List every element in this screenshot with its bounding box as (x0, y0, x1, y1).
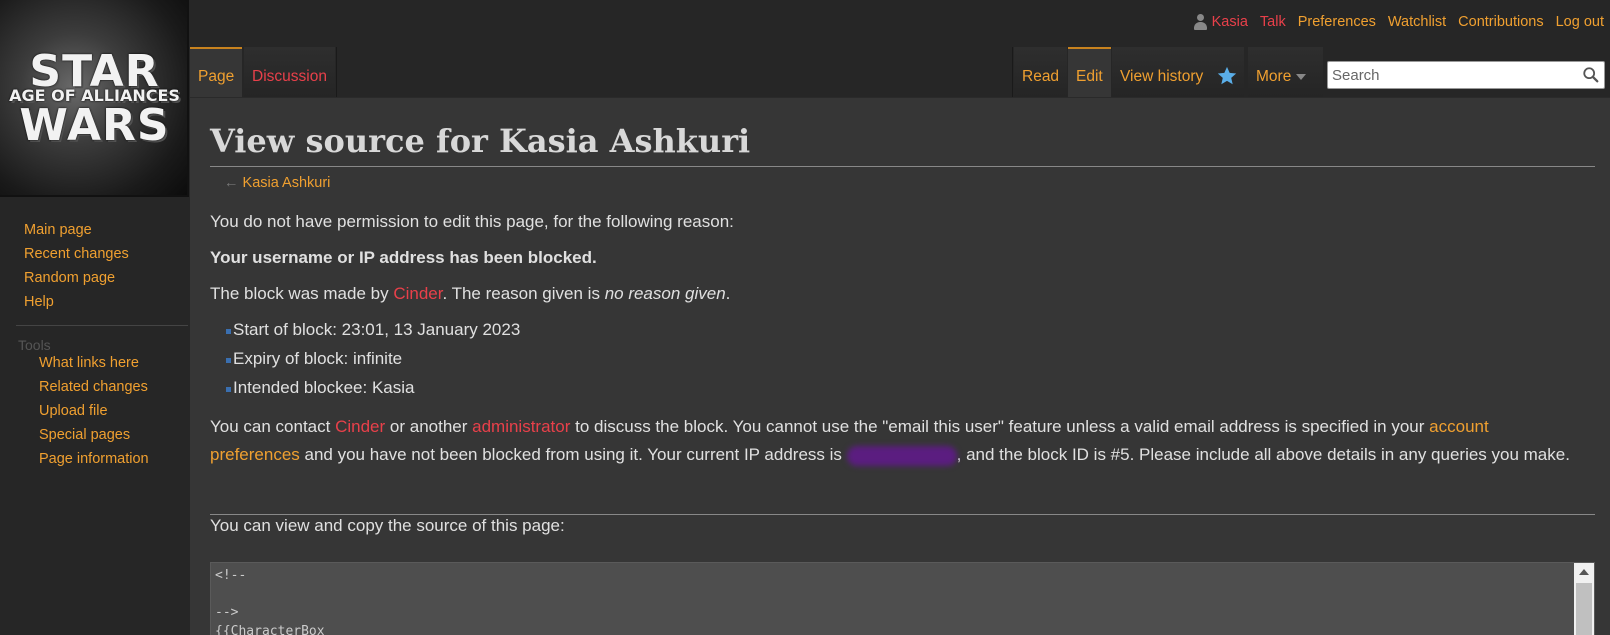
sidebar-divider (16, 325, 188, 326)
reason-text: . The reason given is (442, 284, 605, 303)
reason-value: no reason given (604, 284, 726, 303)
backlink-page-link[interactable]: Kasia Ashkuri (243, 175, 331, 191)
source-text: <!-- --> {{CharacterBox (215, 568, 325, 635)
search-input[interactable] (1328, 62, 1568, 88)
contact-text: , and the block ID is #5. Please include… (956, 445, 1570, 464)
personal-tools: Kasia Talk Preferences Watchlist Contrib… (1193, 12, 1604, 32)
user-icon (1193, 14, 1207, 30)
redacted-ip (846, 445, 957, 466)
tab-edit[interactable]: Edit (1068, 47, 1111, 97)
scrollbar-thumb[interactable] (1576, 583, 1592, 635)
sidebar-item-related-changes[interactable]: Related changes (39, 379, 148, 395)
content-area: View source for Kasia Ashkuri ← Kasia As… (190, 97, 1610, 635)
chevron-down-icon (1296, 73, 1307, 80)
bullet-icon (226, 387, 231, 392)
bullet-icon (226, 358, 231, 363)
blocked-message: Your username or IP address has been blo… (210, 248, 597, 267)
scrollbar[interactable] (1574, 563, 1594, 635)
back-arrow-icon: ← (224, 175, 239, 191)
preferences-link[interactable]: Preferences (1298, 14, 1376, 30)
contact-text: or another (385, 417, 473, 436)
tab-read[interactable]: Read (1014, 47, 1068, 97)
source-intro: You can view and copy the source of this… (210, 516, 565, 535)
contact-text: You can contact (210, 417, 336, 436)
contact-blocker-link[interactable]: Cinder (335, 417, 385, 436)
sidebar-item-page-information[interactable]: Page information (39, 451, 149, 467)
backlink: ← Kasia Ashkuri (224, 175, 330, 191)
bullet-icon (226, 329, 231, 334)
watchlist-link[interactable]: Watchlist (1388, 14, 1446, 30)
talk-link[interactable]: Talk (1260, 14, 1286, 30)
sidebar-item-special-pages[interactable]: Special pages (39, 427, 130, 443)
list-item: Expiry of block: infinite (233, 349, 403, 368)
contact-text: to discuss the block. You cannot use the… (570, 417, 1430, 436)
sidebar-item-main-page[interactable]: Main page (24, 222, 92, 238)
search-box (1327, 61, 1605, 89)
page-title: View source for Kasia Ashkuri (210, 122, 751, 160)
contact-paragraph: You can contact Cinder or another admini… (210, 413, 1580, 469)
sidebar-item-random-page[interactable]: Random page (24, 270, 115, 286)
reason-end: . (725, 284, 731, 303)
sidebar-item-help[interactable]: Help (24, 294, 54, 310)
list-item: Start of block: 23:01, 13 January 2023 (233, 320, 521, 339)
search-icon[interactable] (1582, 66, 1600, 84)
source-textarea[interactable]: <!-- --> {{CharacterBox (210, 562, 1595, 635)
sidebar-item-recent-changes[interactable]: Recent changes (24, 246, 129, 262)
tab-page[interactable]: Page (190, 47, 243, 97)
permission-message: You do not have permission to edit this … (210, 212, 734, 231)
logout-link[interactable]: Log out (1556, 14, 1604, 30)
more-menu[interactable]: More (1248, 47, 1323, 97)
block-by-text: The block was made by (210, 284, 394, 303)
site-logo[interactable]: STAR AGE OF ALLIANCES WARS (0, 0, 189, 197)
contributions-link[interactable]: Contributions (1458, 14, 1543, 30)
blocker-link[interactable]: Cinder (393, 284, 442, 303)
section-divider (210, 514, 1595, 515)
contact-text: and you have not been blocked from using… (299, 445, 847, 464)
tools-heading: Tools (18, 337, 51, 353)
title-divider (210, 166, 1595, 167)
administrator-link[interactable]: administrator (472, 417, 570, 436)
watch-star-icon[interactable] (1216, 65, 1238, 87)
user-page-link[interactable]: Kasia (1212, 14, 1248, 30)
tab-discussion[interactable]: Discussion (244, 47, 335, 97)
block-reason: The block was made by Cinder. The reason… (210, 284, 730, 304)
sidebar-item-what-links-here[interactable]: What links here (39, 355, 139, 371)
views-tabs-divider (1012, 47, 1013, 97)
list-item: Intended blockee: Kasia (233, 378, 415, 397)
sidebar-item-upload-file[interactable]: Upload file (39, 403, 108, 419)
logo-line-3: WARS (19, 100, 170, 151)
scroll-up-icon[interactable] (1579, 569, 1589, 575)
more-label: More (1256, 68, 1292, 85)
